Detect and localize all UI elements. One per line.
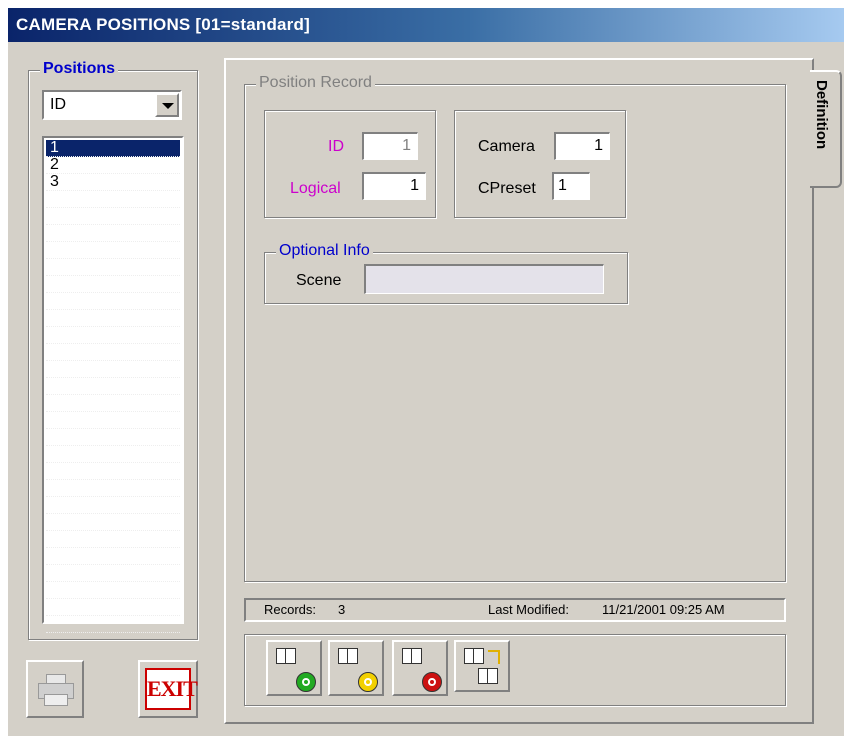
scene-label: Scene [296, 272, 342, 289]
positions-group-label: Positions [40, 60, 119, 78]
camera-box [454, 110, 626, 218]
list-row-empty [46, 446, 180, 463]
edit-record-icon [358, 672, 378, 692]
records-count: 3 [338, 602, 346, 617]
list-row-empty [46, 378, 180, 395]
list-row-empty [46, 548, 180, 565]
list-row-empty [46, 497, 180, 514]
window-title: CAMERA POSITIONS [01=standard] [8, 8, 844, 42]
camera-label: Camera [478, 138, 535, 155]
list-row-empty [46, 242, 180, 259]
sort-select[interactable]: ID [42, 90, 182, 120]
exit-icon: EXIT [145, 668, 198, 710]
record-copy-icon [478, 668, 498, 684]
record-icon [276, 648, 296, 664]
list-row-empty [46, 276, 180, 293]
list-row-empty [46, 225, 180, 242]
list-row-empty [46, 616, 180, 633]
delete-record-button[interactable] [392, 640, 448, 696]
id-box [264, 110, 436, 218]
last-modified-label: Last Modified: [488, 602, 569, 617]
list-item[interactable]: 2 [46, 157, 180, 174]
list-row-empty [46, 208, 180, 225]
sort-select-value: ID [50, 96, 66, 113]
logical-field[interactable]: 1 [362, 172, 426, 200]
camera-positions-window: CAMERA POSITIONS [01=standard] Positions… [8, 8, 844, 736]
exit-label: EXIT [147, 676, 198, 701]
printer-icon [38, 674, 74, 706]
id-label: ID [328, 138, 344, 155]
last-modified-value: 11/21/2001 09:25 AM [602, 602, 725, 617]
list-row-empty [46, 344, 180, 361]
status-bar: Records: 3 Last Modified: 11/21/2001 09:… [244, 598, 786, 622]
list-row-empty [46, 412, 180, 429]
record-icon [338, 648, 358, 664]
camera-field[interactable]: 1 [554, 132, 610, 160]
list-row-empty [46, 463, 180, 480]
list-row-empty [46, 582, 180, 599]
positions-list[interactable]: 123 [42, 136, 184, 633]
copy-record-icon [464, 648, 484, 664]
list-row-empty [46, 514, 180, 531]
add-record-icon [296, 672, 316, 692]
exit-button[interactable]: EXIT [138, 660, 198, 718]
cpreset-field[interactable]: 1 [552, 172, 590, 200]
list-row-empty [46, 565, 180, 582]
list-row-empty [46, 599, 180, 616]
edit-record-button[interactable] [328, 640, 384, 696]
print-button[interactable] [26, 660, 84, 718]
list-row-empty [46, 480, 180, 497]
copy-record-button[interactable] [454, 640, 510, 692]
list-row-empty [46, 531, 180, 548]
list-row-empty [46, 361, 180, 378]
optional-info-label: Optional Info [276, 242, 373, 260]
id-field[interactable]: 1 [362, 132, 418, 160]
list-row-empty [46, 310, 180, 327]
list-row-empty [46, 259, 180, 276]
tab-definition[interactable]: Definition [810, 70, 842, 188]
logical-label: Logical [290, 180, 341, 197]
scene-field[interactable] [364, 264, 604, 294]
arrow-icon [488, 650, 500, 664]
record-toolbar [244, 634, 786, 706]
cpreset-label: CPreset [478, 180, 536, 197]
list-row-empty [46, 327, 180, 344]
position-record-label: Position Record [256, 74, 375, 92]
add-record-button[interactable] [266, 640, 322, 696]
list-item[interactable]: 3 [46, 174, 180, 191]
record-icon [402, 648, 422, 664]
list-row-empty [46, 429, 180, 446]
delete-record-icon [422, 672, 442, 692]
list-row-empty [46, 293, 180, 310]
records-label: Records: [264, 602, 317, 617]
dropdown-button[interactable] [155, 93, 179, 117]
list-row-empty [46, 191, 180, 208]
list-row-empty [46, 395, 180, 412]
list-item[interactable]: 1 [46, 140, 180, 157]
chevron-down-icon [162, 103, 174, 109]
tab-definition-label: Definition [813, 80, 830, 150]
